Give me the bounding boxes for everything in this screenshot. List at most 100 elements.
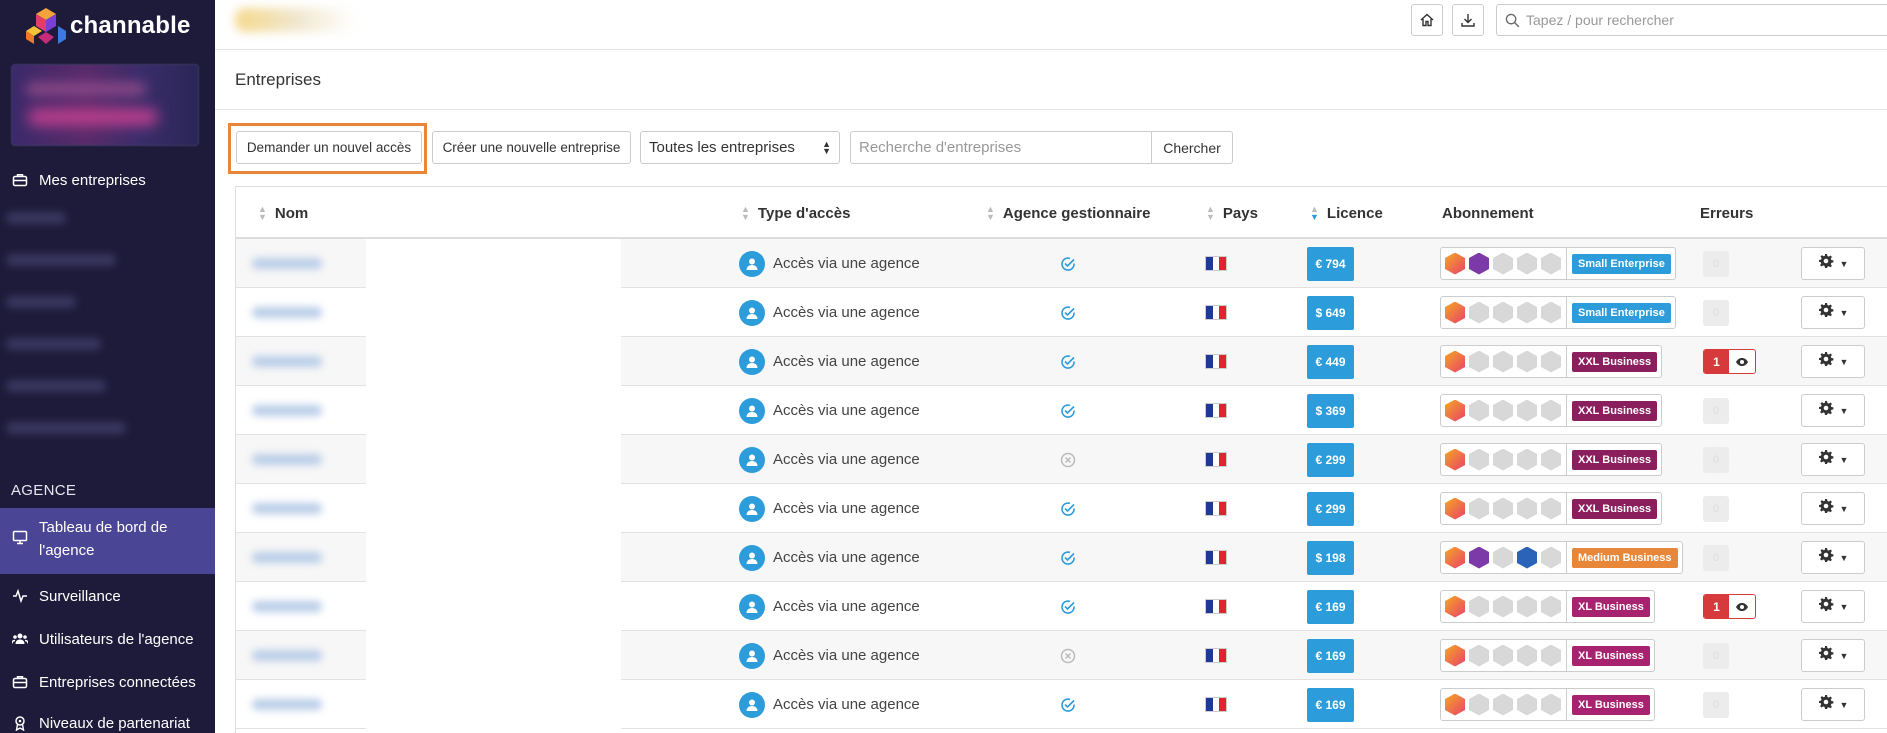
table-row[interactable]: Accès via une agence € 169 XL Business 0 <box>236 680 1887 729</box>
channel-module-icon <box>1517 595 1537 618</box>
row-actions[interactable]: ▼ <box>1801 582 1865 631</box>
download-button[interactable] <box>1452 4 1484 36</box>
sidebar-item-surveillance[interactable]: Surveillance <box>0 584 215 608</box>
errors-cell: 0 <box>1703 239 1729 288</box>
briefcase-icon <box>11 171 29 189</box>
subscription-cell[interactable]: XXL Business <box>1440 484 1663 533</box>
column-header-agence[interactable]: ▲ ▼ Agence gestionnaire <box>986 187 1150 239</box>
subscription-box[interactable]: XXL Business <box>1440 443 1663 476</box>
subscription-box[interactable]: Medium Business <box>1440 541 1683 574</box>
settings-dropdown-button[interactable]: ▼ <box>1801 639 1865 672</box>
table-row[interactable]: Accès via une agence € 299 XXL Business … <box>236 484 1887 533</box>
subscription-box[interactable]: XL Business <box>1440 590 1655 623</box>
company-name-blurred[interactable] <box>252 288 372 337</box>
column-header-pays[interactable]: ▲ ▼ Pays <box>1206 187 1258 239</box>
company-search-input[interactable] <box>859 139 1139 156</box>
company-name-blurred[interactable] <box>252 337 372 386</box>
column-header-nom[interactable]: ▲ ▼ Nom <box>258 187 308 239</box>
table-row[interactable]: Accès via une agence € 449 XXL Business … <box>236 337 1887 386</box>
company-name-blurred[interactable] <box>252 484 372 533</box>
subscription-cell[interactable]: XXL Business <box>1440 386 1663 435</box>
subscription-cell[interactable]: Medium Business <box>1440 533 1683 582</box>
row-actions[interactable]: ▼ <box>1801 239 1865 288</box>
eye-icon[interactable] <box>1729 350 1755 373</box>
error-count-badge: 0 <box>1703 691 1729 718</box>
subscription-box[interactable]: XXL Business <box>1440 345 1663 378</box>
settings-dropdown-button[interactable]: ▼ <box>1801 247 1865 280</box>
settings-dropdown-button[interactable]: ▼ <box>1801 443 1865 476</box>
sidebar-item-agency-dashboard-content[interactable]: Tableau de bord de l'agence <box>0 516 215 566</box>
create-company-button[interactable]: Créer une nouvelle entreprise <box>432 131 631 164</box>
subscription-cell[interactable]: XL Business <box>1440 582 1655 631</box>
company-name-blurred[interactable] <box>252 386 372 435</box>
company-name-blurred[interactable] <box>252 533 372 582</box>
sidebar-item-connected-companies[interactable]: Entreprises connectées <box>0 670 215 694</box>
table-row[interactable]: Accès via une agence € 794 Small Enterpr… <box>236 239 1887 288</box>
table-row[interactable]: Accès via une agence $ 649 Small Enterpr… <box>236 288 1887 337</box>
settings-dropdown-button[interactable]: ▼ <box>1801 688 1865 721</box>
channel-module-icon <box>1469 644 1489 667</box>
sidebar-item-partnership-levels[interactable]: Niveaux de partenariat <box>0 711 215 733</box>
home-button[interactable] <box>1411 4 1443 36</box>
table-row[interactable]: Accès via une agence € 299 XXL Business … <box>236 435 1887 484</box>
company-name-blurred[interactable] <box>252 631 372 680</box>
subscription-box[interactable]: XXL Business <box>1440 394 1663 427</box>
subscription-cell[interactable]: XL Business <box>1440 680 1655 729</box>
sidebar-item-label: Entreprises connectées <box>39 673 196 691</box>
request-access-button[interactable]: Demander un nouvel accès <box>236 131 422 164</box>
subscription-cell[interactable]: Small Enterprise <box>1440 288 1676 337</box>
settings-dropdown-button[interactable]: ▼ <box>1801 541 1865 574</box>
column-header-type[interactable]: ▲ ▼ Type d'accès <box>741 187 850 239</box>
account-switcher[interactable] <box>11 64 199 146</box>
search-button[interactable]: Chercher <box>1151 131 1233 164</box>
column-header-licence[interactable]: ▲ ▼ Licence <box>1310 187 1383 239</box>
table-row[interactable]: Accès via une agence $ 369 XXL Business … <box>236 386 1887 435</box>
subscription-box[interactable]: XXL Business <box>1440 492 1663 525</box>
table-row[interactable]: Accès via une agence $ 198 Medium Busine… <box>236 533 1887 582</box>
settings-dropdown-button[interactable]: ▼ <box>1801 394 1865 427</box>
eye-icon[interactable] <box>1729 595 1755 618</box>
company-name-blurred[interactable] <box>252 680 372 729</box>
subscription-cell[interactable]: XL Business <box>1440 631 1655 680</box>
row-actions[interactable]: ▼ <box>1801 631 1865 680</box>
sidebar-item-my-companies[interactable]: Mes entreprises <box>0 168 215 192</box>
subscription-box[interactable]: XL Business <box>1440 639 1655 672</box>
channel-module-icon <box>1469 693 1489 716</box>
settings-dropdown-button[interactable]: ▼ <box>1801 492 1865 525</box>
licence-cell: € 299 <box>1307 484 1354 533</box>
channable-logo[interactable]: channable <box>26 6 191 46</box>
global-search-input[interactable] <box>1526 12 1866 28</box>
error-count-pill[interactable]: 1 <box>1703 594 1756 619</box>
row-actions[interactable]: ▼ <box>1801 484 1865 533</box>
error-count-pill[interactable]: 1 <box>1703 349 1756 374</box>
gear-icon <box>1818 694 1834 715</box>
company-name-blurred[interactable] <box>252 435 372 484</box>
global-search[interactable] <box>1496 4 1887 36</box>
company-name-blurred[interactable] <box>252 582 372 631</box>
row-actions[interactable]: ▼ <box>1801 288 1865 337</box>
settings-dropdown-button[interactable]: ▼ <box>1801 296 1865 329</box>
company-search[interactable] <box>850 131 1152 164</box>
settings-dropdown-button[interactable]: ▼ <box>1801 345 1865 378</box>
company-filter-select[interactable]: Toutes les entreprises ▲ ▼ <box>640 131 840 164</box>
sidebar-item-agency-users[interactable]: Utilisateurs de l'agence <box>0 627 215 651</box>
licence-badge: $ 198 <box>1307 540 1354 575</box>
subscription-box[interactable]: Small Enterprise <box>1440 296 1676 329</box>
settings-dropdown-button[interactable]: ▼ <box>1801 590 1865 623</box>
agency-user-icon <box>739 593 765 620</box>
subscription-cell[interactable]: XXL Business <box>1440 337 1663 386</box>
table-row[interactable]: Accès via une agence € 169 XL Business 1 <box>236 582 1887 631</box>
row-actions[interactable]: ▼ <box>1801 337 1865 386</box>
channel-module-icon <box>1517 693 1537 716</box>
row-actions[interactable]: ▼ <box>1801 435 1865 484</box>
subscription-cell[interactable]: XXL Business <box>1440 435 1663 484</box>
row-actions[interactable]: ▼ <box>1801 386 1865 435</box>
subscription-box[interactable]: Small Enterprise <box>1440 247 1676 280</box>
row-actions[interactable]: ▼ <box>1801 533 1865 582</box>
subscription-cell[interactable]: Small Enterprise <box>1440 239 1676 288</box>
monitor-icon <box>11 528 29 546</box>
row-actions[interactable]: ▼ <box>1801 680 1865 729</box>
table-row[interactable]: Accès via une agence € 169 XL Business 0 <box>236 631 1887 680</box>
company-name-blurred[interactable] <box>252 239 372 288</box>
subscription-box[interactable]: XL Business <box>1440 688 1655 721</box>
